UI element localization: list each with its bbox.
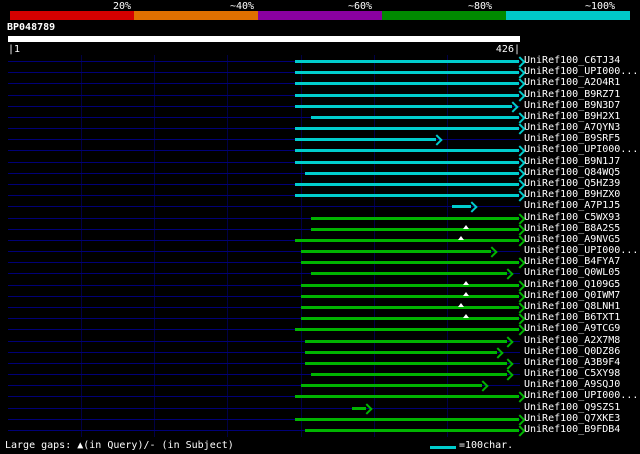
- arrow-right-icon: [431, 134, 443, 146]
- hit-label[interactable]: UniRef100_Q0DZ86: [524, 346, 620, 357]
- alignment-bar[interactable]: [305, 171, 519, 175]
- alignment-bar[interactable]: [301, 306, 519, 309]
- alignment-bar[interactable]: [295, 93, 519, 97]
- hit-label[interactable]: UniRef100_B8A2S5: [524, 223, 620, 234]
- gridline: [373, 55, 375, 437]
- alignment-plot: UniRef100_C6TJ34 UniRef100_UPI000... UniRe…: [0, 0, 640, 454]
- alignment-bar[interactable]: [295, 104, 512, 108]
- alignment-bar[interactable]: [301, 294, 519, 298]
- hit-label[interactable]: UniRef100_Q5HZ39: [524, 178, 620, 189]
- scale-legend-line-icon: [430, 446, 456, 449]
- arrow-right-icon: [492, 347, 505, 359]
- arrow-right-icon: [502, 268, 514, 281]
- alignment-bar[interactable]: [311, 227, 519, 231]
- hit-label[interactable]: UniRef100_C6TJ34: [524, 55, 620, 66]
- gap-triangle-icon: [458, 303, 465, 307]
- alignment-bar[interactable]: [305, 339, 507, 343]
- alignment-bar[interactable]: [295, 183, 519, 186]
- hit-label[interactable]: UniRef100_A2O4R1: [524, 77, 620, 88]
- alignment-bar[interactable]: [295, 194, 519, 198]
- hit-label[interactable]: UniRef100_B9SRF5: [524, 133, 620, 144]
- hit-label[interactable]: UniRef100_A7QYN3: [524, 122, 620, 133]
- alignment-bar[interactable]: [295, 60, 519, 63]
- gridline: [154, 55, 156, 437]
- row-baseline: [8, 407, 520, 409]
- alignment-bar[interactable]: [301, 250, 492, 254]
- gap-triangle-icon: [463, 291, 470, 296]
- hit-label[interactable]: UniRef100_A9SQJ0: [524, 379, 620, 390]
- alignment-bar[interactable]: [305, 428, 519, 432]
- hit-label[interactable]: UniRef100_A9NVG5: [524, 234, 620, 245]
- arrow-right-icon: [466, 201, 478, 213]
- gap-triangle-icon: [458, 235, 465, 240]
- gridline: [227, 55, 229, 437]
- hit-label[interactable]: UniRef100_UPI000...: [524, 390, 638, 401]
- hit-label[interactable]: UniRef100_A9TCG9: [524, 323, 620, 334]
- alignment-bar[interactable]: [295, 82, 519, 86]
- alignment-bar[interactable]: [295, 149, 519, 153]
- arrow-right-icon: [486, 246, 498, 258]
- gap-triangle-icon: [463, 280, 470, 285]
- hit-label[interactable]: UniRef100_A7P1J5: [524, 200, 620, 211]
- alignment-bar[interactable]: [311, 115, 519, 119]
- hit-label[interactable]: UniRef100_B9RZ71: [524, 89, 620, 100]
- hit-label[interactable]: UniRef100_B4FYA7: [524, 256, 620, 267]
- alignment-bar[interactable]: [295, 328, 519, 332]
- hit-label[interactable]: UniRef100_A3B9F4: [524, 357, 620, 368]
- alignment-bar[interactable]: [311, 216, 519, 220]
- alignment-bar[interactable]: [305, 350, 498, 354]
- arrow-right-icon: [502, 358, 514, 370]
- gridline: [446, 55, 448, 437]
- hit-label[interactable]: UniRef100_B9N1J7: [524, 156, 620, 167]
- hit-label[interactable]: UniRef100_Q0WL05: [524, 267, 620, 278]
- gaps-legend: Large gaps: ▲(in Query)/- (in Subject): [5, 440, 234, 451]
- hit-label[interactable]: UniRef100_UPI000...: [524, 144, 638, 155]
- row-baseline: [8, 139, 520, 141]
- hit-label[interactable]: UniRef100_B9FDB4: [524, 424, 620, 435]
- hit-label[interactable]: UniRef100_B6TXT1: [524, 312, 620, 323]
- gap-triangle-icon: [463, 314, 470, 319]
- hit-label[interactable]: UniRef100_Q0IWM7: [524, 290, 620, 301]
- gap-triangle-icon: [463, 224, 470, 229]
- blast-overview-screen: 20% ~40% ~60% ~80% ~100% BP048789 |1 426| Un…: [0, 0, 640, 454]
- arrow-right-icon: [507, 101, 519, 113]
- hit-label[interactable]: UniRef100_Q8LNH1: [524, 301, 620, 312]
- alignment-bar[interactable]: [295, 138, 437, 142]
- gridline: [81, 55, 83, 437]
- hit-label[interactable]: UniRef100_A2X7M8: [524, 335, 620, 346]
- alignment-bar[interactable]: [301, 261, 519, 265]
- hit-label[interactable]: UniRef100_Q109G5: [524, 279, 620, 290]
- hit-label[interactable]: UniRef100_B9N3D7: [524, 100, 620, 111]
- alignment-bar[interactable]: [295, 127, 519, 131]
- alignment-bar[interactable]: [305, 361, 507, 365]
- hit-label[interactable]: UniRef100_B9H2X1: [524, 111, 620, 122]
- arrow-right-icon: [502, 335, 514, 348]
- alignment-bar[interactable]: [301, 384, 482, 388]
- row-baseline: [8, 206, 520, 208]
- hit-label[interactable]: UniRef100_B9HZX0: [524, 189, 620, 200]
- hit-label[interactable]: UniRef100_C5XY98: [524, 368, 620, 379]
- alignment-bar[interactable]: [295, 71, 519, 75]
- alignment-bar[interactable]: [301, 317, 519, 321]
- arrow-right-icon: [477, 380, 489, 392]
- hit-label[interactable]: UniRef100_C5WX93: [524, 212, 620, 223]
- gridline: [300, 55, 302, 437]
- hit-label[interactable]: UniRef100_UPI000...: [524, 66, 638, 77]
- hit-label[interactable]: UniRef100_Q84WQ5: [524, 167, 620, 178]
- alignment-bar[interactable]: [295, 417, 519, 421]
- alignment-bar[interactable]: [311, 373, 507, 376]
- alignment-bar[interactable]: [295, 238, 519, 242]
- alignment-bar[interactable]: [311, 272, 507, 276]
- hit-label[interactable]: UniRef100_UPI000...: [524, 245, 638, 256]
- arrow-right-icon: [361, 402, 373, 415]
- hit-label[interactable]: UniRef100_Q9SZS1: [524, 402, 620, 413]
- alignment-bar[interactable]: [295, 160, 519, 164]
- alignment-bar[interactable]: [301, 283, 519, 287]
- alignment-bar[interactable]: [295, 395, 519, 399]
- scale-legend-text: =100char.: [459, 440, 514, 451]
- arrow-right-icon: [502, 369, 514, 381]
- hit-label[interactable]: UniRef100_Q7XKE3: [524, 413, 620, 424]
